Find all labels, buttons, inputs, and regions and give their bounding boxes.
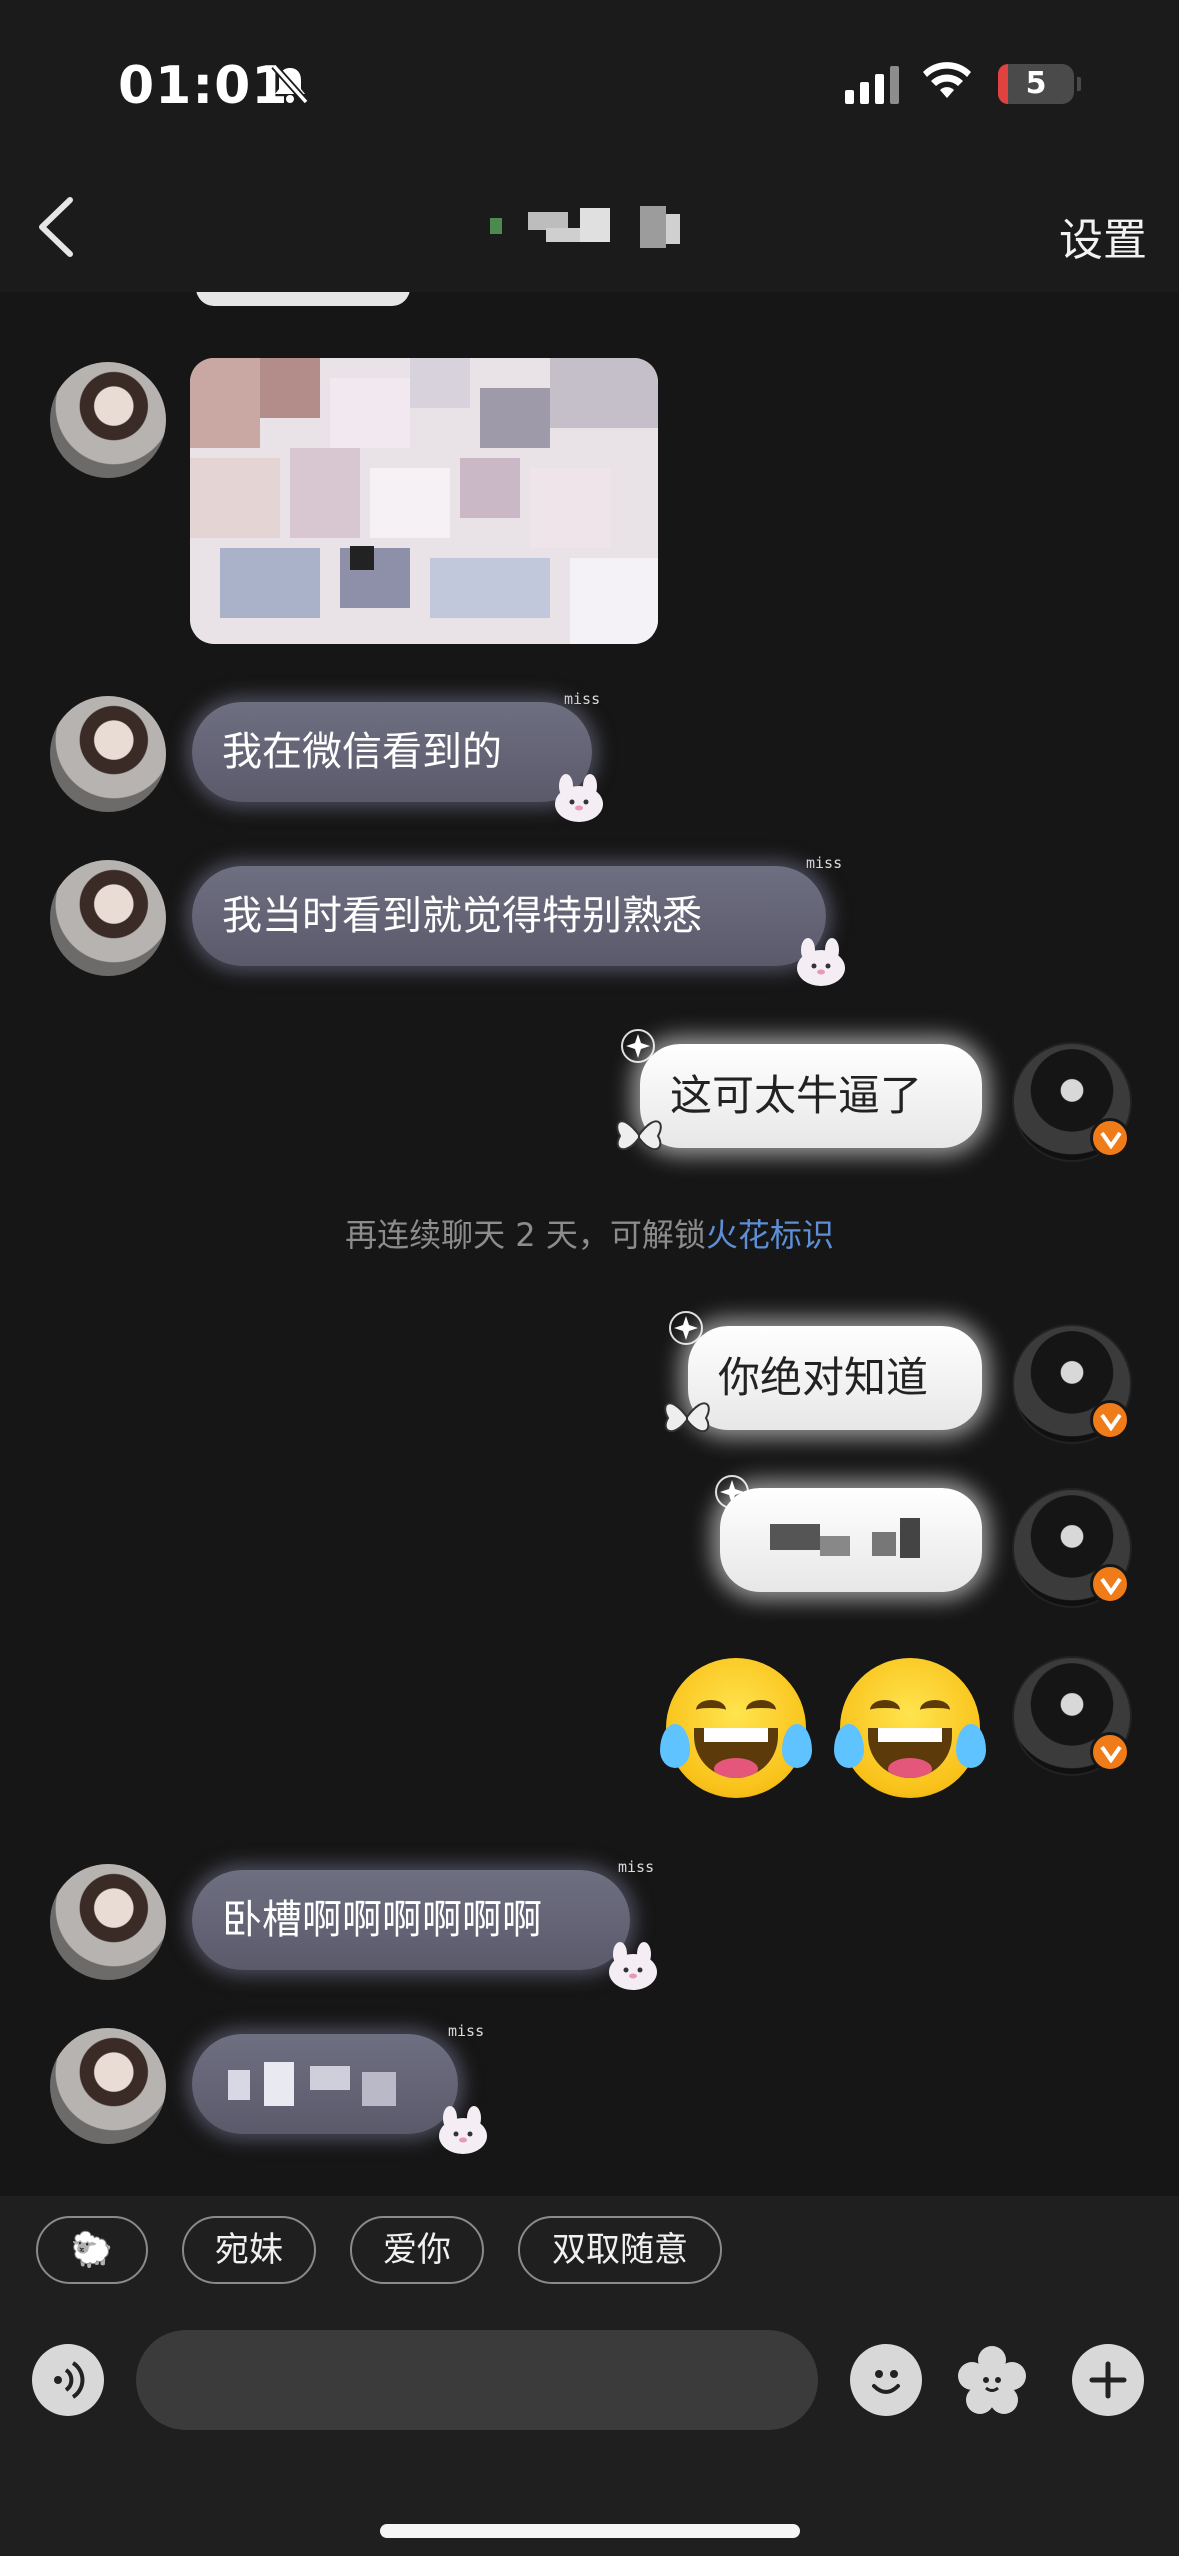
battery-icon: 5 (998, 64, 1081, 104)
miss-sticker-label: miss (448, 2022, 485, 2040)
contact-avatar[interactable] (50, 696, 166, 812)
wifi-icon (923, 62, 971, 98)
voice-wave-icon (54, 2361, 85, 2399)
contact-avatar[interactable] (50, 1864, 166, 1980)
message-bubble-incoming[interactable]: 我当时看到就觉得特别熟悉 (192, 866, 826, 966)
message-bubble-outgoing-pixelated[interactable] (720, 1488, 982, 1592)
pixelated-text-block (264, 2062, 294, 2106)
pixelated-text-block (770, 1524, 820, 1550)
bunny-sticker-icon (609, 1942, 657, 1990)
quick-reply-chip[interactable]: 宛妹 (182, 2216, 316, 2284)
voice-button[interactable] (32, 2344, 104, 2416)
bunny-sticker-icon (555, 774, 603, 822)
bunny-sticker-icon (439, 2106, 487, 2154)
message-input[interactable] (136, 2330, 818, 2430)
message-bubble-incoming[interactable]: 我在微信看到的 (192, 702, 592, 802)
nav-bar: 设置 (0, 160, 1179, 292)
plus-icon (1089, 2361, 1127, 2399)
miss-sticker-label: miss (564, 690, 601, 708)
flower-sticker-icon (958, 2346, 1026, 2414)
status-bar: 01:01 5 (0, 0, 1179, 160)
pixelated-text-block (900, 1518, 920, 1558)
quick-reply-chip[interactable]: 双取随意 (518, 2216, 722, 2284)
message-bubble-outgoing[interactable]: 你绝对知道 (688, 1326, 982, 1430)
pixelated-text-block (820, 1536, 850, 1556)
home-indicator[interactable] (380, 2524, 800, 2538)
verified-badge-icon (1090, 1400, 1130, 1440)
spark-badge-link[interactable]: 火花标识 (706, 1216, 834, 1254)
miss-sticker-label: miss (806, 854, 843, 872)
contact-avatar[interactable] (50, 2028, 166, 2144)
settings-button[interactable]: 设置 (1059, 204, 1147, 268)
message-bubble-outgoing[interactable]: 这可太牛逼了 (640, 1044, 982, 1148)
face-with-tears-of-joy-icon[interactable] (834, 1658, 986, 1798)
quick-reply-chip[interactable]: 🐑 (36, 2216, 148, 2284)
butterfly-sticker-icon (664, 1402, 710, 1432)
battery-level: 5 (1025, 66, 1047, 101)
cellular-signal-icon (845, 66, 899, 104)
input-bar (0, 2306, 1179, 2556)
chat-title-pixelated (480, 200, 700, 252)
status-time: 01:01 (118, 56, 289, 116)
verified-badge-icon (1090, 1118, 1130, 1158)
back-button[interactable] (28, 192, 88, 262)
quick-reply-bar: 🐑 宛妹 爱你 双取随意 (0, 2196, 1179, 2306)
pixelated-text-block (362, 2072, 396, 2106)
bunny-sticker-icon (797, 938, 845, 986)
verified-badge-icon (1090, 1732, 1130, 1772)
butterfly-sticker-icon (616, 1120, 662, 1150)
pixelated-text-block (872, 1532, 896, 1556)
previous-message-edge (196, 292, 410, 306)
miss-sticker-label: miss (618, 1858, 655, 1876)
message-bubble-incoming[interactable]: 卧槽啊啊啊啊啊啊 (192, 1870, 630, 1970)
chat-area[interactable]: miss 我在微信看到的 miss 我当时看到就觉得特别熟悉 这可太牛逼了 再连… (0, 292, 1179, 2196)
quick-reply-chip[interactable]: 爱你 (350, 2216, 484, 2284)
pixelated-image-message[interactable] (190, 358, 658, 644)
sticker-button[interactable] (956, 2344, 1028, 2416)
system-tip-text: 再连续聊天 2 天，可解锁 (345, 1216, 706, 1254)
bell-off-icon (271, 63, 309, 105)
plus-button[interactable] (1072, 2344, 1144, 2416)
contact-avatar[interactable] (50, 860, 166, 976)
pixelated-text-block (228, 2070, 250, 2100)
contact-avatar[interactable] (50, 362, 166, 478)
smiley-icon (872, 2370, 900, 2394)
streak-system-tip: 再连续聊天 2 天，可解锁火花标识 (0, 1210, 1179, 1256)
face-with-tears-of-joy-icon[interactable] (660, 1658, 812, 1798)
verified-badge-icon (1090, 1564, 1130, 1604)
pixelated-text-block (310, 2066, 350, 2090)
emoji-button[interactable] (850, 2344, 922, 2416)
